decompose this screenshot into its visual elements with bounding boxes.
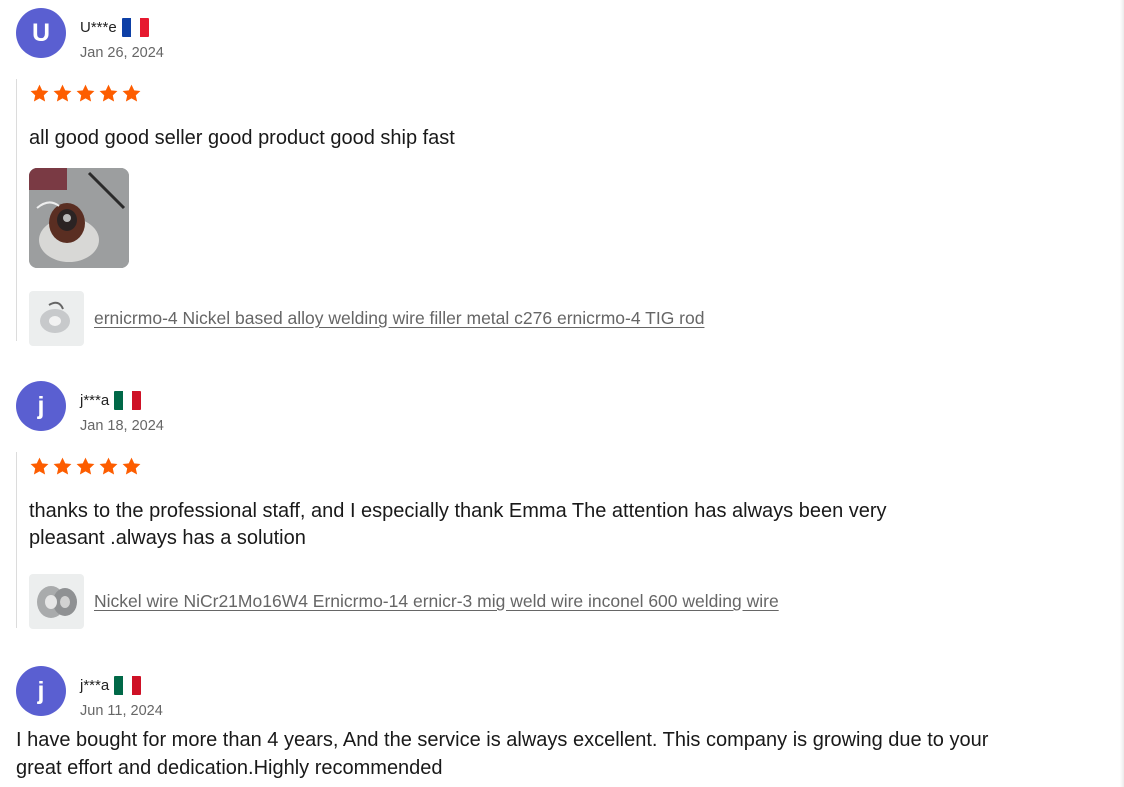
star-icon [76,84,95,102]
product-link[interactable]: Nickel wire NiCr21Mo16W4 Ernicrmo-14 ern… [94,591,779,612]
star-icon [53,457,72,475]
product-thumbnail[interactable] [29,291,84,346]
star-icon [30,457,49,475]
review-header: j j***a Jan 18, 2024 [16,381,1124,434]
reviewer-name: j***a [80,677,110,694]
product-row: ernicrmo-4 Nickel based alloy welding wi… [29,291,989,346]
reviewer-name: U***e [80,19,117,36]
review-text: all good good seller good product good s… [29,127,455,149]
wire-spool-image [37,586,77,618]
review-card: U U***e Jan 26, 2024 all good good selle… [16,8,1124,346]
scroll-edge [1120,0,1124,787]
product-row: Nickel wire NiCr21Mo16W4 Ernicrmo-14 ern… [29,574,959,629]
review-card: j j***a Jan 18, 2024 thanks to the profe… [16,381,1124,629]
avatar: j [16,666,66,716]
star-rating [29,83,989,105]
review-text: I have bought for more than 4 years, And… [16,729,989,779]
review-date: Jun 11, 2024 [80,703,163,719]
avatar: U [16,8,66,58]
review-body: thanks to the professional staff, and I … [16,452,959,629]
wire-spool-image [40,301,70,333]
france-flag-icon [121,18,149,37]
product-link[interactable]: ernicrmo-4 Nickel based alloy welding wi… [94,308,704,329]
review-body: all good good seller good product good s… [16,79,989,346]
review-date: Jan 18, 2024 [80,418,164,434]
star-icon [99,84,118,102]
reviewer-name: j***a [80,392,110,409]
review-date: Jan 26, 2024 [80,45,164,61]
mexico-flag-icon [114,676,142,695]
avatar: j [16,381,66,431]
star-icon [30,84,49,102]
photo-image [29,168,129,268]
product-thumbnail[interactable] [29,574,84,629]
review-header: U U***e Jan 26, 2024 [16,8,1124,61]
review-card: j j***a Jun 11, 2024 I have bought for m… [16,666,1124,779]
star-icon [122,457,141,475]
review-photo[interactable] [29,168,129,268]
mexico-flag-icon [114,391,142,410]
star-icon [99,457,118,475]
star-icon [53,84,72,102]
star-rating [29,456,959,478]
review-text: thanks to the professional staff, and I … [29,500,887,549]
review-header: j j***a Jun 11, 2024 [16,666,1124,719]
star-icon [76,457,95,475]
star-icon [122,84,141,102]
